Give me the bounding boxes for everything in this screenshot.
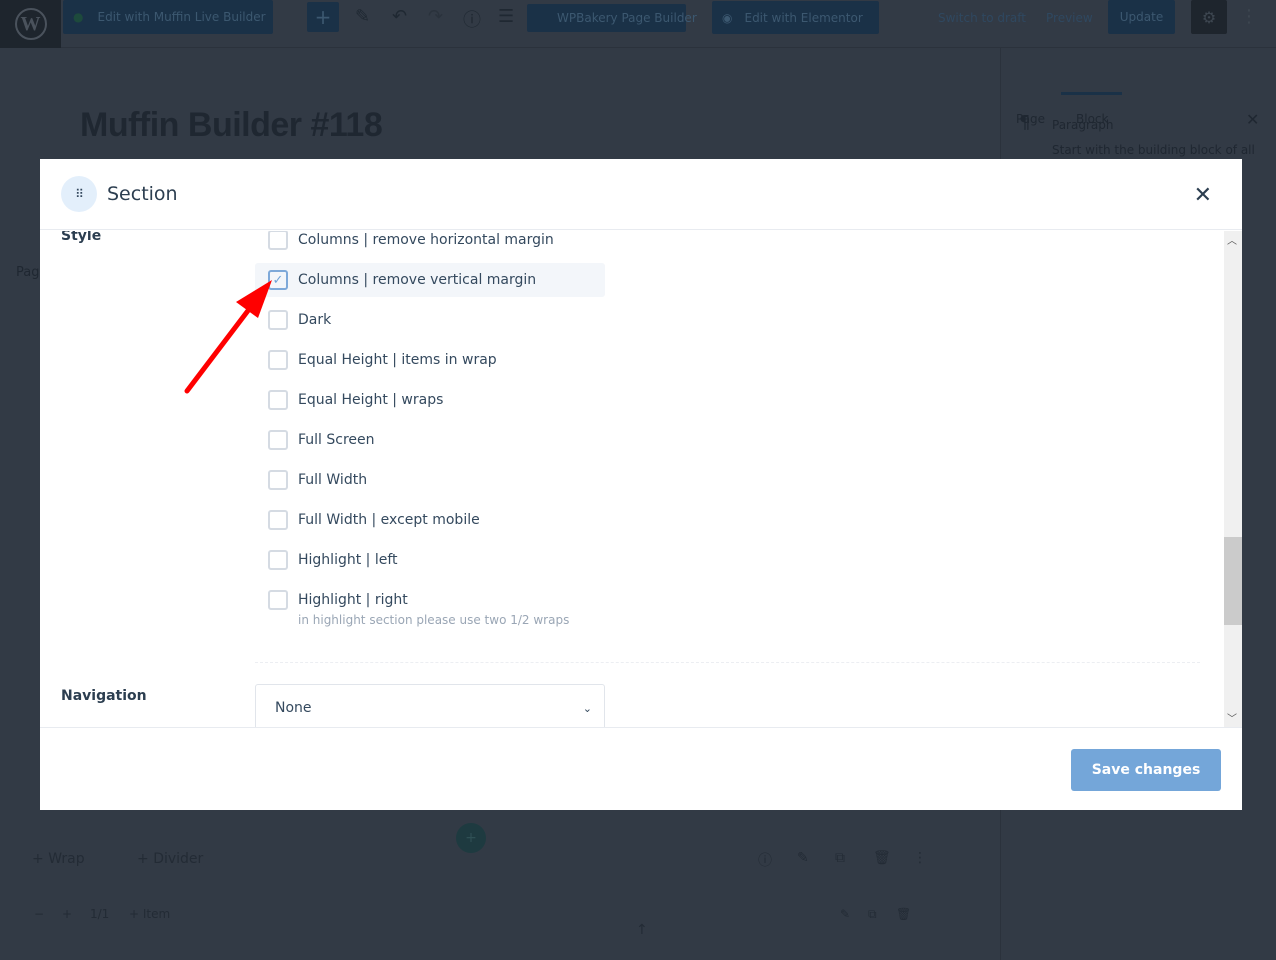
annotation-arrow [184, 280, 272, 394]
